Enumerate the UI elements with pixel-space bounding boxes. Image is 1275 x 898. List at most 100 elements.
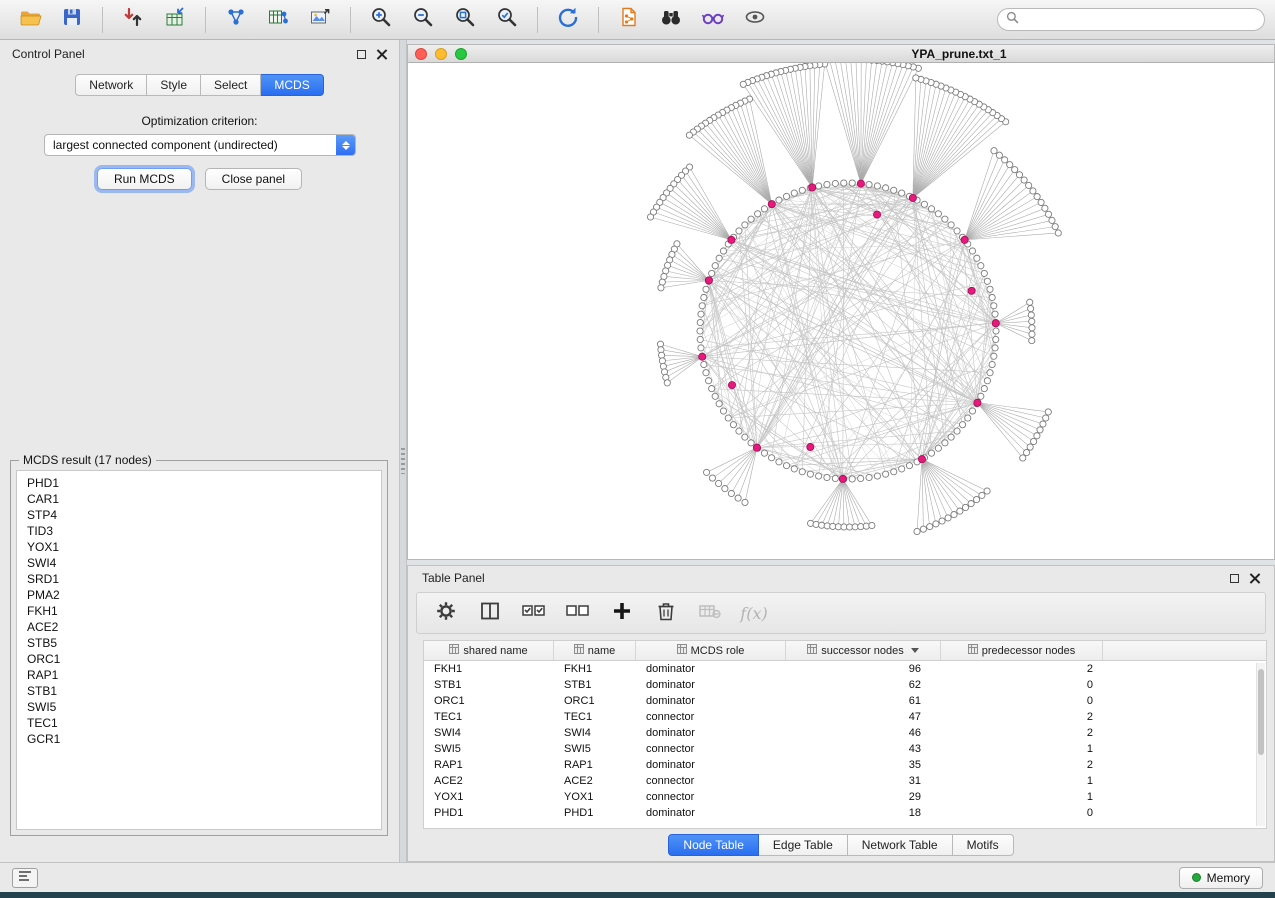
zoom-in-button[interactable] bbox=[361, 4, 401, 36]
close-window-icon[interactable] bbox=[415, 48, 427, 60]
panel-divider[interactable] bbox=[400, 40, 407, 862]
tab-select[interactable]: Select bbox=[201, 74, 261, 96]
table-row[interactable]: SWI5SWI5connector431 bbox=[424, 741, 1266, 757]
cell-predecessor_nodes: 0 bbox=[941, 695, 1103, 707]
cell-shared_name: SWI5 bbox=[424, 743, 554, 755]
import-network-button[interactable] bbox=[113, 4, 153, 36]
deselect-all-button[interactable] bbox=[563, 598, 593, 628]
close-icon[interactable] bbox=[1249, 573, 1260, 584]
import-network-icon bbox=[122, 6, 144, 33]
table-scrollbar[interactable] bbox=[1256, 663, 1265, 826]
column-header-name[interactable]: name bbox=[554, 641, 636, 660]
node-table[interactable]: shared namenameMCDS rolesuccessor nodesp… bbox=[423, 640, 1267, 829]
table-row[interactable]: STB1STB1dominator620 bbox=[424, 677, 1266, 693]
close-panel-button[interactable]: Close panel bbox=[205, 168, 302, 190]
table-panel-title: Table Panel bbox=[422, 571, 485, 585]
memory-button[interactable]: Memory bbox=[1179, 867, 1263, 889]
column-header-successor-nodes[interactable]: successor nodes bbox=[786, 641, 941, 660]
table-row[interactable]: FKH1FKH1dominator962 bbox=[424, 661, 1266, 677]
mcds-result-item[interactable]: ORC1 bbox=[17, 651, 381, 667]
tab-style[interactable]: Style bbox=[147, 74, 201, 96]
column-header-MCDS-role[interactable]: MCDS role bbox=[636, 641, 786, 660]
tab-motifs[interactable]: Motifs bbox=[953, 834, 1014, 856]
search-network-button[interactable] bbox=[651, 4, 691, 36]
maximize-window-icon[interactable] bbox=[455, 48, 467, 60]
delete-column-button[interactable] bbox=[651, 598, 681, 628]
tab-edge-table[interactable]: Edge Table bbox=[759, 834, 848, 856]
tab-mcds[interactable]: MCDS bbox=[261, 74, 323, 96]
zoom-selected-button[interactable] bbox=[487, 4, 527, 36]
table-row[interactable]: SWI4SWI4dominator462 bbox=[424, 725, 1266, 741]
new-network-button[interactable] bbox=[216, 4, 256, 36]
mcds-result-item[interactable]: SRD1 bbox=[17, 571, 381, 587]
mcds-result-item[interactable]: ACE2 bbox=[17, 619, 381, 635]
table-network-icon bbox=[267, 6, 289, 33]
create-column-button[interactable] bbox=[607, 598, 637, 628]
tab-network[interactable]: Network bbox=[75, 74, 147, 96]
open-session-button[interactable] bbox=[10, 4, 50, 36]
mcds-result-item[interactable]: PMA2 bbox=[17, 587, 381, 603]
status-menu-button[interactable] bbox=[12, 868, 38, 888]
network-window: YPA_prune.txt_1 bbox=[407, 44, 1275, 560]
minimize-window-icon[interactable] bbox=[435, 48, 447, 60]
table-row[interactable]: ACE2ACE2connector311 bbox=[424, 773, 1266, 789]
network-window-titlebar[interactable]: YPA_prune.txt_1 bbox=[408, 45, 1274, 63]
scrollbar-thumb[interactable] bbox=[1258, 669, 1264, 755]
show-columns-button[interactable] bbox=[475, 598, 505, 628]
table-row[interactable]: PHD1PHD1dominator180 bbox=[424, 805, 1266, 821]
float-window-icon[interactable] bbox=[1230, 574, 1239, 583]
table-row[interactable]: ORC1ORC1dominator610 bbox=[424, 693, 1266, 709]
sort-desc-icon bbox=[911, 648, 919, 653]
mcds-result-item[interactable]: PHD1 bbox=[17, 475, 381, 491]
search-input[interactable] bbox=[1024, 13, 1256, 27]
table-row[interactable]: RAP1RAP1dominator352 bbox=[424, 757, 1266, 773]
function-builder-button[interactable]: f(x) bbox=[739, 598, 769, 628]
mcds-result-item[interactable]: SWI5 bbox=[17, 699, 381, 715]
tab-network-table[interactable]: Network Table bbox=[848, 834, 953, 856]
mcds-result-item[interactable]: STB1 bbox=[17, 683, 381, 699]
zoom-fit-button[interactable] bbox=[445, 4, 485, 36]
graphics-details-button[interactable] bbox=[693, 4, 733, 36]
zoom-out-button[interactable] bbox=[403, 4, 443, 36]
mcds-result-item[interactable]: CAR1 bbox=[17, 491, 381, 507]
cell-name: YOX1 bbox=[554, 791, 636, 803]
float-window-icon[interactable] bbox=[357, 50, 366, 59]
mcds-result-list[interactable]: PHD1CAR1STP4TID3YOX1SWI4SRD1PMA2FKH1ACE2… bbox=[16, 470, 382, 830]
table-options-button[interactable] bbox=[431, 598, 461, 628]
memory-status-icon bbox=[1192, 873, 1201, 882]
export-image-button[interactable] bbox=[300, 4, 340, 36]
cell-name: FKH1 bbox=[554, 663, 636, 675]
network-from-table-button[interactable] bbox=[258, 4, 298, 36]
mcds-result-item[interactable]: STP4 bbox=[17, 507, 381, 523]
mcds-result-item[interactable]: YOX1 bbox=[17, 539, 381, 555]
mcds-result-item[interactable]: FKH1 bbox=[17, 603, 381, 619]
floppy-disk-icon bbox=[61, 6, 83, 33]
cell-name: STB1 bbox=[554, 679, 636, 691]
tab-node-table[interactable]: Node Table bbox=[668, 834, 759, 856]
global-search[interactable] bbox=[997, 8, 1265, 31]
mcds-result-item[interactable]: SWI4 bbox=[17, 555, 381, 571]
share-document-button[interactable] bbox=[609, 4, 649, 36]
cell-mcds_role: dominator bbox=[636, 695, 786, 707]
mcds-result-item[interactable]: GCR1 bbox=[17, 731, 381, 747]
run-mcds-button[interactable]: Run MCDS bbox=[97, 168, 192, 190]
column-header-shared-name[interactable]: shared name bbox=[424, 641, 554, 660]
mcds-result-item[interactable]: TID3 bbox=[17, 523, 381, 539]
criterion-dropdown[interactable]: largest connected component (undirected) bbox=[44, 134, 356, 156]
network-canvas[interactable] bbox=[408, 63, 1274, 559]
select-all-button[interactable] bbox=[519, 598, 549, 628]
mcds-result-item[interactable]: STB5 bbox=[17, 635, 381, 651]
mcds-result-item[interactable]: RAP1 bbox=[17, 667, 381, 683]
column-header-predecessor-nodes[interactable]: predecessor nodes bbox=[941, 641, 1103, 660]
save-session-button[interactable] bbox=[52, 4, 92, 36]
close-icon[interactable] bbox=[376, 49, 387, 60]
apply-layout-button[interactable] bbox=[548, 4, 588, 36]
table-row[interactable]: YOX1YOX1connector291 bbox=[424, 789, 1266, 805]
import-table-button[interactable] bbox=[155, 4, 195, 36]
delete-table-button-disabled[interactable] bbox=[695, 598, 725, 628]
cell-shared_name: ORC1 bbox=[424, 695, 554, 707]
table-row[interactable]: TEC1TEC1connector472 bbox=[424, 709, 1266, 725]
network-graph[interactable] bbox=[408, 63, 1274, 559]
show-hide-button[interactable] bbox=[735, 4, 775, 36]
mcds-result-item[interactable]: TEC1 bbox=[17, 715, 381, 731]
